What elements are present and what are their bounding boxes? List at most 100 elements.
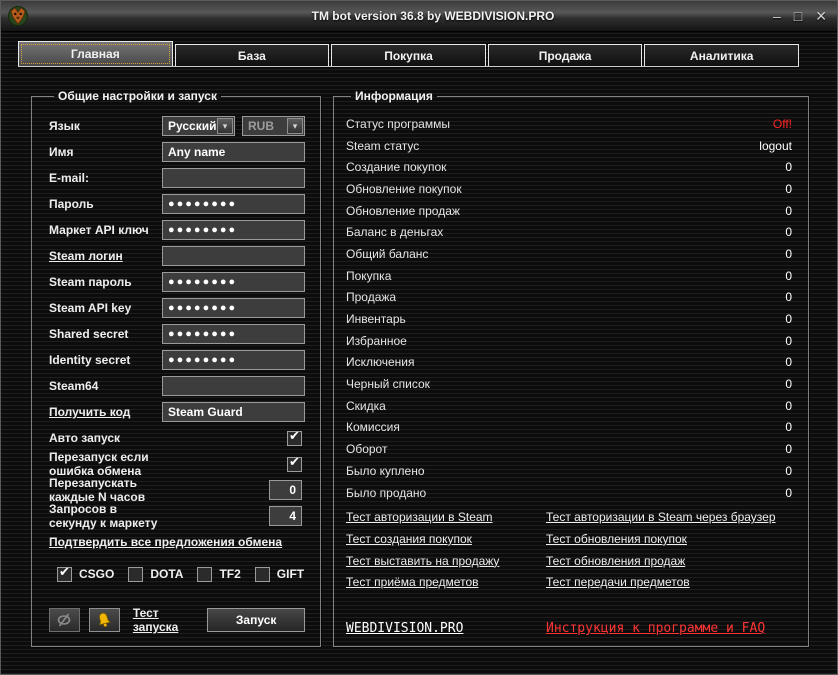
chevron-down-icon[interactable]: ▾ — [287, 118, 303, 134]
chevron-down-icon[interactable]: ▾ — [217, 118, 233, 134]
tab-strip: Главная База Покупка Продажа Аналитика — [18, 41, 799, 67]
tab[interactable]: Главная — [18, 41, 173, 66]
info-row: Было продано 0 — [346, 482, 792, 504]
autorun-checkbox[interactable] — [287, 431, 302, 446]
requests-per-second-row: Запросов в секунду к маркету — [49, 503, 305, 529]
restart-hours-row: Перезапускать каждые N часов — [49, 477, 305, 503]
tab[interactable]: Аналитика — [644, 44, 799, 66]
test-link[interactable]: Тест обновления продаж — [546, 554, 685, 568]
market-api-key-input[interactable] — [162, 220, 305, 240]
info-value: 0 — [785, 464, 792, 478]
notification-button[interactable] — [89, 608, 120, 632]
info-value: 0 — [785, 204, 792, 218]
name-input[interactable] — [162, 142, 305, 162]
game-checkbox[interactable] — [128, 567, 143, 582]
game-label: TF2 — [219, 567, 240, 581]
password-row: Пароль — [49, 191, 305, 217]
get-code-row: Получить код — [49, 399, 305, 425]
info-value: 0 — [785, 312, 792, 326]
game-toggle: GIFT — [255, 567, 304, 582]
restart-hours-input[interactable] — [269, 480, 302, 500]
steam64-label: Steam64 — [49, 379, 162, 393]
test-link-row: Тест авторизации в Steam Тест авторизаци… — [346, 506, 792, 528]
eye-slash-icon — [55, 613, 73, 627]
test-links: Тест авторизации в Steam Тест авторизаци… — [346, 506, 792, 593]
test-link-row: Тест создания покупок Тест обновления по… — [346, 528, 792, 550]
info-row: Инвентарь 0 — [346, 308, 792, 330]
steam-password-label: Steam пароль — [49, 275, 162, 289]
shared-secret-label: Shared secret — [49, 327, 162, 341]
confirm-all-trades-link[interactable]: Подтвердить все предложения обмена — [49, 535, 305, 549]
game-toggle: TF2 — [197, 567, 240, 582]
info-label: Скидка — [346, 399, 386, 413]
requests-per-second-input[interactable] — [269, 506, 302, 526]
info-label: Комиссия — [346, 420, 400, 434]
window-control-button[interactable]: □ — [794, 1, 802, 31]
info-label: Создание покупок — [346, 160, 446, 174]
game-checkbox[interactable] — [255, 567, 270, 582]
info-label: Продажа — [346, 290, 396, 304]
steam-login-input[interactable] — [162, 246, 305, 266]
test-link[interactable]: Тест авторизации в Steam — [346, 510, 493, 524]
game-checkbox[interactable] — [197, 567, 212, 582]
requests-per-second-label: Запросов в секунду к маркету — [49, 502, 162, 530]
info-row: Покупка 0 — [346, 265, 792, 287]
get-code-link[interactable]: Получить код — [49, 405, 162, 419]
info-row: Избранное 0 — [346, 330, 792, 352]
tab[interactable]: Покупка — [331, 44, 486, 66]
test-link[interactable]: Тест создания покупок — [346, 532, 472, 546]
info-value: 0 — [785, 355, 792, 369]
game-label: GIFT — [277, 567, 304, 581]
steam-guard-code-input[interactable] — [162, 402, 305, 422]
currency-select[interactable]: RUB ▾ — [242, 116, 305, 136]
test-link[interactable]: Тест выставить на продажу — [346, 554, 499, 568]
info-value: 0 — [785, 486, 792, 500]
steam-api-key-input[interactable] — [162, 298, 305, 318]
info-label: Оборот — [346, 442, 387, 456]
hide-button[interactable] — [49, 608, 80, 632]
faq-link[interactable]: Инструкция к программе и FAQ — [546, 621, 765, 636]
steam-login-link[interactable]: Steam логин — [49, 249, 162, 263]
info-value: 0 — [785, 420, 792, 434]
test-link[interactable]: Тест обновления покупок — [546, 532, 687, 546]
market-api-key-row: Маркет API ключ — [49, 217, 305, 243]
info-value: 0 — [785, 247, 792, 261]
restart-on-error-label: Перезапуск если ошибка обмена — [49, 450, 162, 478]
confirm-all-trades-row: Подтвердить все предложения обмена — [49, 529, 305, 555]
tab[interactable]: Продажа — [488, 44, 643, 66]
window-control-button[interactable]: ✕ — [815, 1, 827, 31]
info-label: Общий баланс — [346, 247, 428, 261]
steam64-input[interactable] — [162, 376, 305, 396]
tab[interactable]: База — [175, 44, 330, 66]
info-label: Избранное — [346, 334, 407, 348]
info-row: Было куплено 0 — [346, 460, 792, 482]
webdivision-link[interactable]: WEBDIVISION.PRO — [346, 621, 463, 636]
password-input[interactable] — [162, 194, 305, 214]
info-row: Статус программы Off! — [346, 113, 792, 135]
information-title: Информация — [351, 89, 437, 103]
info-label: Steam статус — [346, 139, 419, 153]
info-label: Баланс в деньгах — [346, 225, 443, 239]
app-logo-icon[interactable] — [7, 5, 29, 27]
restart-on-error-checkbox[interactable] — [287, 457, 302, 472]
email-field[interactable] — [162, 168, 305, 188]
start-button[interactable]: Запуск — [207, 608, 305, 632]
test-link-row: Тест выставить на продажу Тест обновлени… — [346, 550, 792, 572]
shared-secret-input[interactable] — [162, 324, 305, 344]
test-link[interactable]: Тест авторизации в Steam через браузер — [546, 510, 776, 524]
window-control-button[interactable]: – — [773, 1, 781, 31]
language-label: Язык — [49, 119, 162, 133]
game-checkbox[interactable] — [57, 567, 72, 582]
steam-password-input[interactable] — [162, 272, 305, 292]
steam-password-row: Steam пароль — [49, 269, 305, 295]
info-value: 0 — [785, 269, 792, 283]
info-value: 0 — [785, 182, 792, 196]
autorun-label: Авто запуск — [49, 431, 162, 445]
identity-secret-input[interactable] — [162, 350, 305, 370]
info-row: Продажа 0 — [346, 287, 792, 309]
test-link[interactable]: Тест приёма предметов — [346, 575, 479, 589]
test-link[interactable]: Тест передачи предметов — [546, 575, 690, 589]
steam-login-row: Steam логин — [49, 243, 305, 269]
language-select[interactable]: Русский ▾ — [162, 116, 235, 136]
test-run-link[interactable]: Тест запуска — [133, 606, 207, 634]
